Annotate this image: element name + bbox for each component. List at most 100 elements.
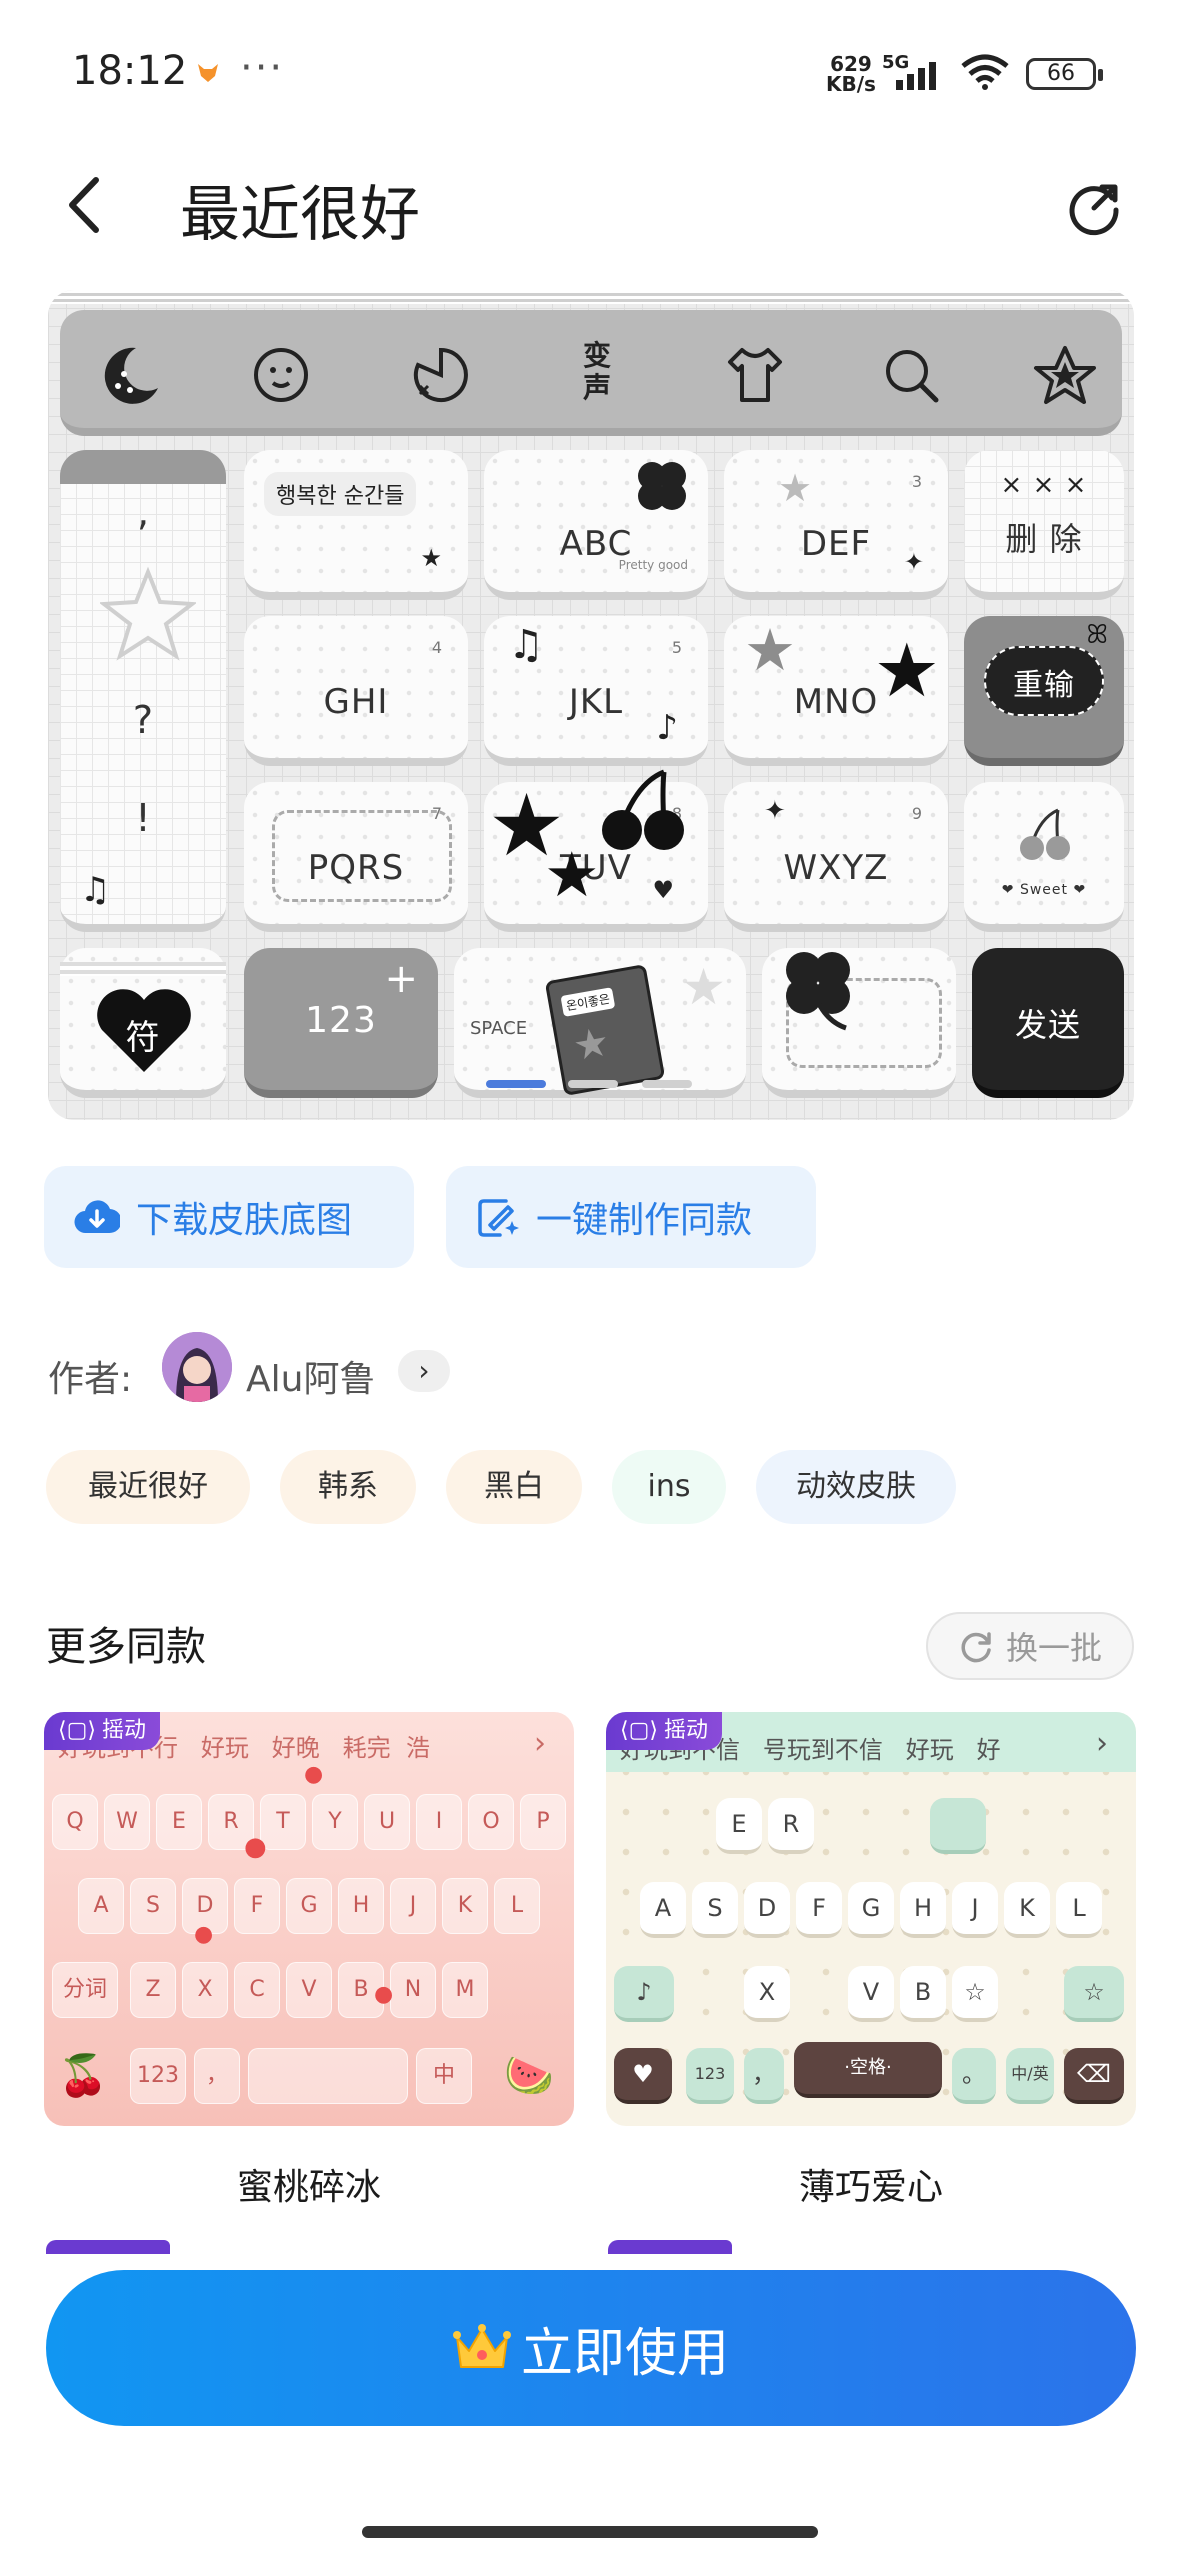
cloud-download-icon bbox=[74, 1200, 120, 1234]
tag-item[interactable]: 最近很好 bbox=[46, 1450, 250, 1524]
page-title: 最近很好 bbox=[180, 180, 420, 250]
sticker-key bbox=[930, 1798, 986, 1854]
search-icon bbox=[886, 350, 939, 403]
skin-preview: 变声 , 。 ? ! ♫ 행복한 순간들 ★ ABC Pretty good D… bbox=[48, 290, 1134, 1120]
music-note-icon: ♫ bbox=[508, 622, 544, 668]
pretty-good-text: Pretty good bbox=[618, 558, 688, 572]
punct-comma[interactable]: , bbox=[60, 490, 226, 534]
author-more-button[interactable]: › bbox=[398, 1350, 450, 1392]
key-123[interactable]: 123 + bbox=[244, 948, 438, 1098]
key-clover[interactable] bbox=[762, 948, 956, 1098]
wifi-icon bbox=[961, 54, 1009, 90]
author-name[interactable]: Alu阿鲁 bbox=[246, 1350, 375, 1402]
key-wxyz[interactable]: WXYZ 9 ✦ bbox=[724, 782, 948, 932]
music-note-icon: ♫ bbox=[80, 870, 111, 910]
key-send[interactable]: 发送 bbox=[972, 948, 1124, 1098]
toolbar-stripe bbox=[48, 290, 1134, 304]
delete-key: ⌫ bbox=[1064, 2048, 1124, 2104]
cherry-icon: 🍒 bbox=[58, 2053, 108, 2099]
skin-name[interactable]: 蜜桃碎冰 bbox=[44, 2158, 574, 2210]
space-key bbox=[248, 2048, 408, 2104]
more-dots-icon: ··· bbox=[240, 45, 285, 91]
star-icon: ☆ bbox=[952, 1966, 998, 2022]
share-icon[interactable] bbox=[1064, 176, 1124, 236]
key-reenter[interactable]: 重输 ꕤ bbox=[964, 616, 1124, 766]
cherry-icon bbox=[602, 769, 684, 850]
music-note-icon: ♪ bbox=[656, 708, 678, 748]
key-space[interactable]: SPACE 온이좋은 ★ ★ bbox=[454, 948, 746, 1098]
shake-icon: ⟨▢⟩ bbox=[58, 1718, 96, 1743]
refresh-button[interactable]: 换一批 bbox=[926, 1612, 1134, 1680]
signal-icon bbox=[896, 62, 936, 90]
shake-badge: ⟨▢⟩ 摇动 bbox=[606, 1712, 722, 1750]
bow-icon: ꕤ bbox=[1086, 620, 1108, 650]
battery-indicator: 66 bbox=[1026, 58, 1103, 90]
refresh-icon bbox=[961, 1632, 991, 1663]
heart-key: ♥ bbox=[614, 2048, 672, 2104]
section-title: 更多同款 bbox=[46, 1624, 206, 1670]
tag-item[interactable]: 韩系 bbox=[280, 1450, 416, 1524]
key-symbol-face[interactable]: 행복한 순간들 ★ bbox=[244, 450, 468, 600]
moon-icon bbox=[104, 347, 158, 404]
key-def[interactable]: DEF 3 ★ ✦ bbox=[724, 450, 948, 600]
key-pqrs[interactable]: PQRS 7 bbox=[244, 782, 468, 932]
sparkle-icon: ✦ bbox=[903, 548, 924, 576]
magic-edit-icon bbox=[478, 1199, 519, 1237]
tag-item[interactable]: 黑白 bbox=[446, 1450, 582, 1524]
key-sweet[interactable]: ❤ Sweet ❤ bbox=[964, 782, 1124, 932]
page-indicator bbox=[486, 1080, 546, 1088]
shake-badge-peek bbox=[608, 2240, 732, 2254]
notebook-icon: 온이좋은 ★ bbox=[544, 964, 666, 1096]
skin-name[interactable]: 薄巧爱心 bbox=[606, 2158, 1136, 2210]
star-icon: ★ bbox=[681, 958, 726, 1016]
korean-sticker: 행복한 순간들 bbox=[264, 472, 417, 516]
shake-badge-peek bbox=[46, 2240, 170, 2254]
tshirt-icon bbox=[728, 348, 782, 402]
star-icon: ★ bbox=[778, 466, 813, 510]
star-badge-icon bbox=[1034, 346, 1096, 404]
key-mno[interactable]: MNO ★ ★ bbox=[724, 616, 948, 766]
key-jkl[interactable]: JKL 5 ♫ ♪ bbox=[484, 616, 708, 766]
fox-icon bbox=[198, 64, 218, 82]
make-same-button[interactable]: 一键制作同款 bbox=[446, 1166, 816, 1268]
star-icon: ★ bbox=[744, 616, 796, 684]
music-note-icon: ♪ bbox=[614, 1966, 674, 2022]
cherry-icon bbox=[1020, 808, 1070, 860]
keyboard-toolbar: 变声 bbox=[60, 310, 1122, 436]
clover-icon bbox=[638, 462, 686, 510]
home-indicator[interactable] bbox=[362, 2526, 818, 2538]
key-symbols[interactable]: 符 bbox=[60, 948, 226, 1098]
back-button[interactable] bbox=[52, 170, 122, 240]
network-speed: 629 KB/s bbox=[826, 52, 876, 96]
download-skin-button[interactable]: 下载皮肤底图 bbox=[44, 1166, 414, 1268]
author-label: 作者: bbox=[48, 1359, 133, 1400]
chevron-right-icon: › bbox=[534, 1726, 546, 1761]
key-ghi[interactable]: GHI 4 bbox=[244, 616, 468, 766]
heart-icon: ♥ bbox=[652, 876, 674, 904]
skin-card[interactable]: ⟨▢⟩ 摇动 好玩到不信 号玩到不信 好玩 好 › E R A S D F G H… bbox=[606, 1712, 1136, 2126]
tag-item[interactable]: ins bbox=[612, 1450, 726, 1524]
pacman-icon bbox=[413, 347, 468, 402]
watermelon-icon: 🍉 bbox=[504, 2053, 554, 2099]
use-now-button[interactable]: 立即使用 bbox=[46, 2270, 1136, 2426]
shake-icon: ⟨▢⟩ bbox=[620, 1718, 658, 1743]
chevron-right-icon: › bbox=[1096, 1726, 1108, 1761]
star-icon: ★ bbox=[873, 628, 940, 714]
clover-icon bbox=[786, 952, 850, 1031]
key-tuv[interactable]: TUV 8 ★ ★ ♥ bbox=[484, 769, 708, 932]
punct-question[interactable]: ? bbox=[60, 698, 226, 742]
cherry-icon: ● bbox=[244, 1832, 267, 1862]
skin-card[interactable]: ⟨▢⟩摇动 好玩到不行 好玩 好晚 耗完 浩 › Q W E R T Y U I… bbox=[44, 1712, 574, 2126]
voice-change-icon: 变声 bbox=[582, 339, 611, 404]
key-delete[interactable]: × × × 删 除 bbox=[964, 450, 1124, 600]
punctuation-column: , 。 ? ! ♫ bbox=[60, 450, 226, 932]
avatar[interactable] bbox=[162, 1332, 232, 1402]
smile-icon bbox=[254, 348, 308, 402]
key-abc[interactable]: ABC Pretty good bbox=[484, 450, 708, 600]
shake-badge: ⟨▢⟩ 摇动 bbox=[44, 1712, 160, 1750]
tag-item[interactable]: 动效皮肤 bbox=[756, 1450, 956, 1524]
punct-exclaim[interactable]: ! bbox=[60, 796, 226, 840]
status-time: 18:12 bbox=[72, 48, 188, 94]
small-star-icon: ★ bbox=[420, 544, 442, 572]
crown-icon bbox=[452, 2324, 511, 2368]
